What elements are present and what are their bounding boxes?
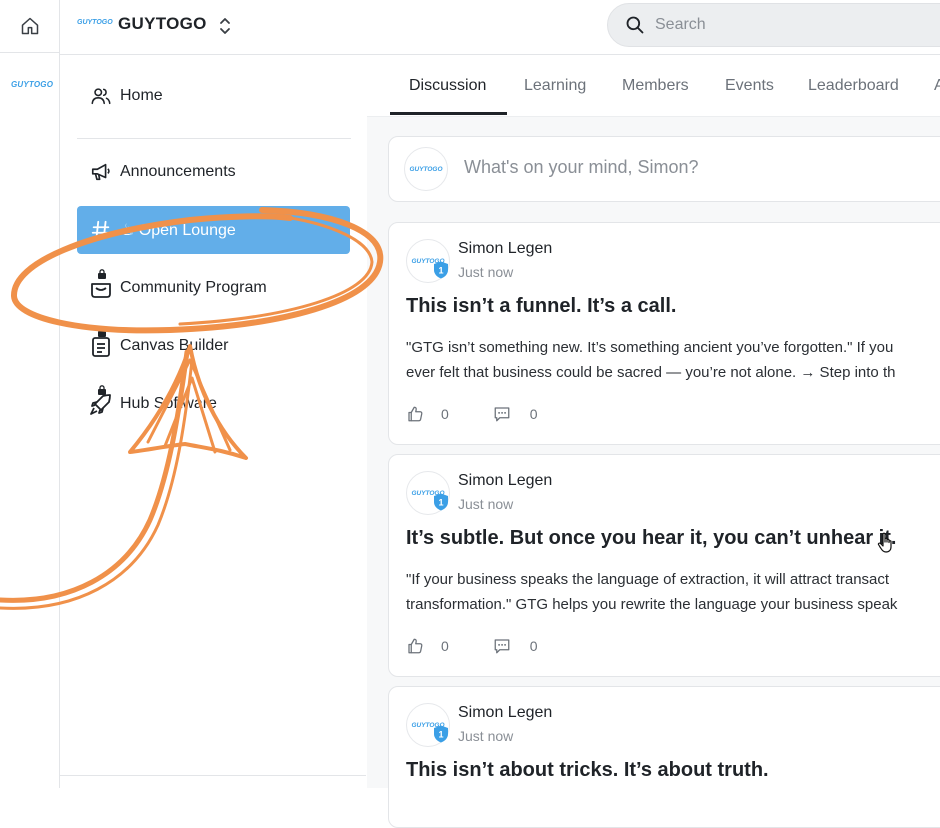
post-title[interactable]: This isn’t a funnel. It’s a call. [406,295,676,318]
post-card[interactable]: GUYTOGO 1 Simon Legen Just now This isn’… [388,222,940,445]
post-body-line: "If your business speaks the language of… [406,571,890,588]
rocket-icon [88,385,114,417]
level-badge: 1 [434,493,448,511]
post-body: "If your business speaks the language of… [406,567,940,617]
users-icon [88,83,114,109]
post-body-line: transformation." GTG helps you rewrite t… [406,596,898,613]
post-author[interactable]: Simon Legen [458,472,552,490]
svg-text:1: 1 [438,730,443,740]
tab-learning[interactable]: Learning [524,55,586,116]
brand-logo[interactable]: GUYTOGO [77,19,113,26]
top-bar: GUYTOGO GUYTOGO [60,0,940,55]
svg-text:1: 1 [438,266,443,276]
sidebar-nav: Home Announcements ☕ Open Lounge Communi… [60,55,366,788]
post-title[interactable]: This isn’t about tricks. It’s about trut… [406,759,769,782]
comment-icon[interactable] [493,405,511,423]
post-author[interactable]: Simon Legen [458,240,552,258]
search-bar[interactable] [607,3,940,47]
sidebar-item-label: Home [120,87,163,104]
tab-leaderboard[interactable]: Leaderboard [808,55,899,116]
like-count: 0 [441,406,449,422]
home-icon [21,17,38,35]
sidebar-divider [77,138,351,139]
like-icon[interactable] [406,637,424,655]
tab-discussion[interactable]: Discussion [409,55,486,116]
lock-icon [98,269,106,279]
pointer-cursor-icon [877,532,892,553]
post-actions: 0 0 [406,635,538,657]
search-icon [625,15,645,35]
search-input[interactable] [653,15,907,35]
sidebar-item-open-lounge[interactable]: ☕ Open Lounge [77,206,350,254]
svg-text:1: 1 [438,498,443,508]
sidebar-item-announcements[interactable]: Announcements [77,148,350,196]
home-button[interactable] [0,0,59,53]
level-badge: 1 [434,261,448,279]
post-actions: 0 0 [406,403,538,425]
sidebar-item-label: Announcements [120,163,236,180]
post-author[interactable]: Simon Legen [458,704,552,722]
bag-icon [88,269,114,301]
like-count: 0 [441,638,449,654]
avatar: GUYTOGO [404,147,448,191]
rail-community-logo[interactable]: GUYTOGO [11,80,53,89]
post-timestamp: Just now [458,264,514,280]
tab-members[interactable]: Members [622,55,689,116]
sidebar-item-canvas-builder[interactable]: Canvas Builder [77,322,350,370]
post-card[interactable]: GUYTOGO 1 Simon Legen Just now It’s subt… [388,454,940,677]
tab-bar: Discussion Learning Members Events Leade… [367,55,940,117]
sidebar-item-label: Hub Software [120,395,217,412]
sidebar-item-label: Community Program [120,279,267,296]
sidebar-bottom-divider [60,775,366,776]
post-body-line: ever felt that business could be sacred … [406,364,896,381]
community-name[interactable]: GUYTOGO [118,14,207,34]
comment-icon[interactable] [493,637,511,655]
chevron-up-down-icon [220,18,230,34]
tab-events[interactable]: Events [725,55,774,116]
clipboard-icon [88,327,114,359]
post-composer[interactable]: GUYTOGO What's on your mind, Simon? [388,136,940,202]
lock-icon [98,385,106,395]
sidebar-item-community-program[interactable]: Community Program [77,264,350,312]
sidebar-item-hub-software[interactable]: Hub Software [77,380,350,428]
post-body-line: "GTG isn’t something new. It’s something… [406,339,894,356]
post-timestamp: Just now [458,728,514,744]
sidebar-item-label: Canvas Builder [120,337,229,354]
sidebar-item-home[interactable]: Home [77,72,350,120]
post-timestamp: Just now [458,496,514,512]
active-tab-indicator [390,112,507,115]
comment-count: 0 [529,406,538,422]
post-title[interactable]: It’s subtle. But once you hear it, you c… [406,527,896,550]
megaphone-icon [88,159,114,185]
hash-icon [88,217,114,243]
main-content: Discussion Learning Members Events Leade… [367,55,940,828]
post-card[interactable]: GUYTOGO 1 Simon Legen Just now This isn’… [388,686,940,828]
community-switcher-button[interactable] [215,12,235,40]
like-icon[interactable] [406,405,424,423]
lock-icon [98,327,106,337]
composer-prompt[interactable]: What's on your mind, Simon? [464,157,699,178]
post-body: "GTG isn’t something new. It’s something… [406,335,940,385]
level-badge: 1 [434,725,448,743]
comment-count: 0 [529,638,538,654]
sidebar-item-label: ☕ Open Lounge [120,222,236,239]
community-rail: GUYTOGO [0,0,60,788]
tab-overflow[interactable]: A [934,55,940,116]
